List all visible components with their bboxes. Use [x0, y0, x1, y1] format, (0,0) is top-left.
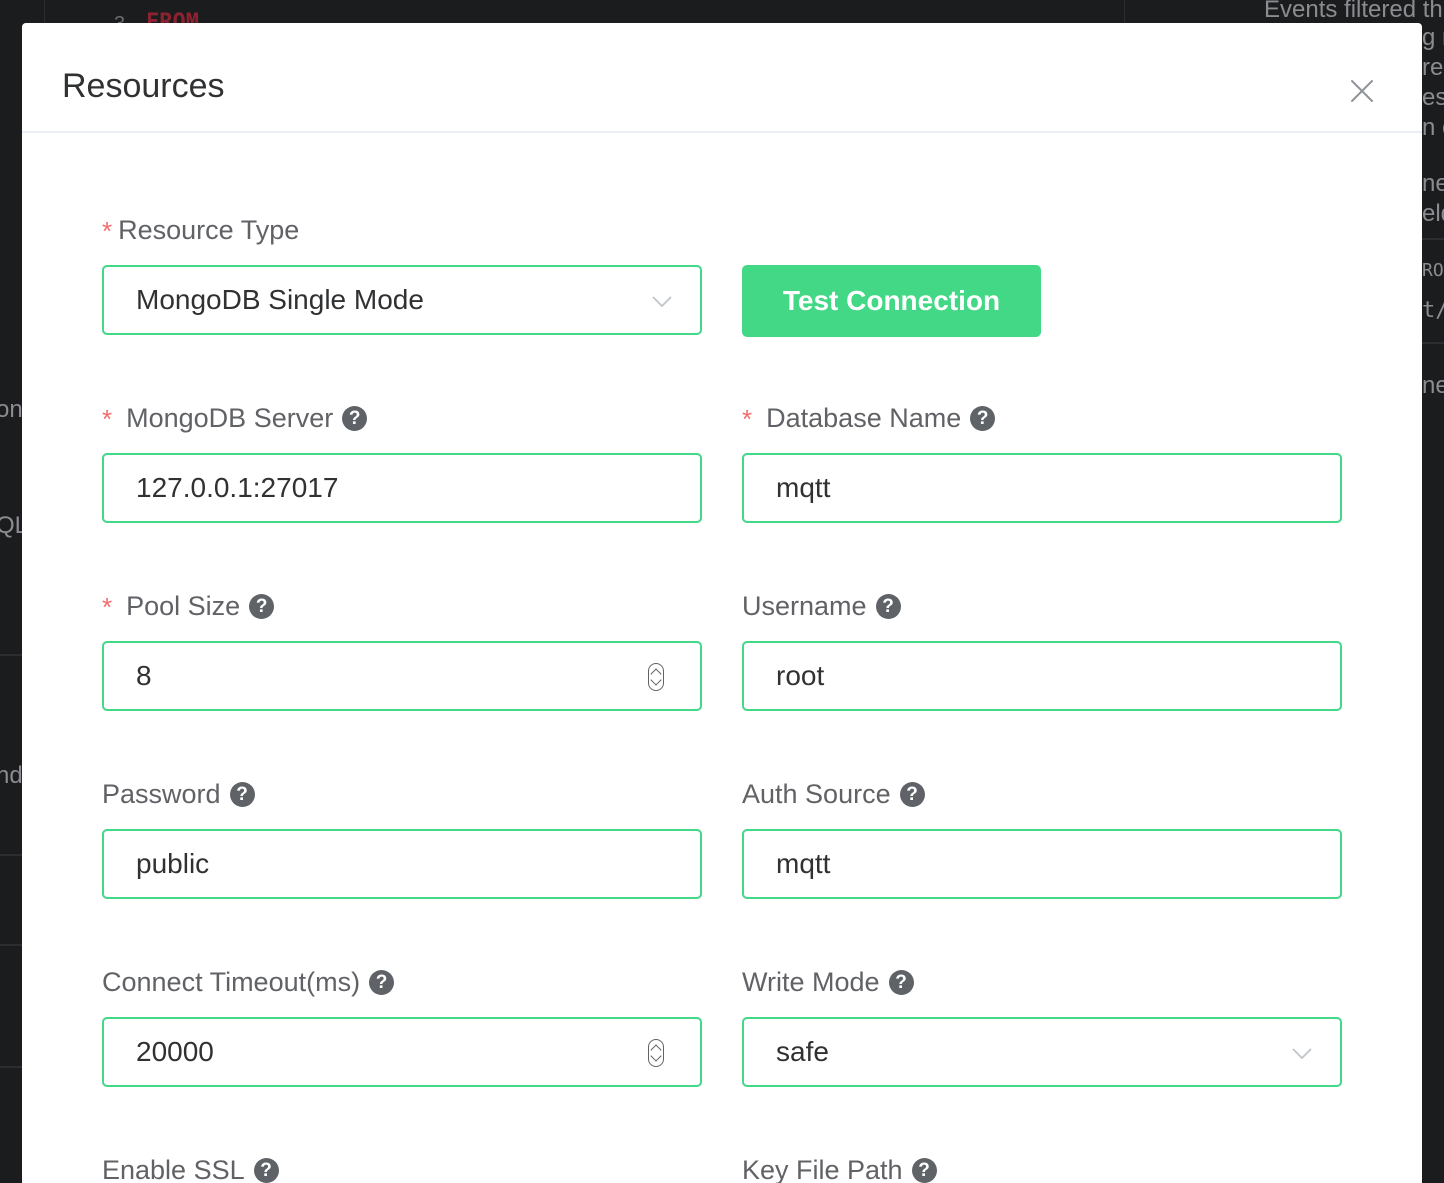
write-mode-label-text: Write Mode: [742, 967, 880, 997]
bg-fragment: es: [1422, 84, 1444, 111]
mongodb-server-value: 127.0.0.1:27017: [136, 472, 339, 503]
enable-ssl-label: Enable SSL ?: [102, 1157, 279, 1183]
auth-source-input[interactable]: mqtt: [742, 829, 1342, 899]
database-name-label-text: Database Name: [766, 403, 962, 433]
bg-fragment: RO: [1422, 260, 1444, 281]
help-icon[interactable]: ?: [249, 594, 275, 619]
required-marker: *: [102, 591, 113, 622]
help-icon[interactable]: ?: [342, 406, 368, 431]
bg-fragment: n c: [1422, 114, 1444, 141]
auth-source-label: Auth Source ?: [742, 781, 925, 808]
mongodb-server-input[interactable]: 127.0.0.1:27017: [102, 453, 702, 523]
resource-type-select[interactable]: MongoDB Single Mode: [102, 265, 702, 335]
help-icon[interactable]: ?: [253, 1158, 279, 1183]
connect-timeout-value: 20000: [136, 1036, 214, 1067]
connect-timeout-input[interactable]: 20000: [102, 1017, 702, 1087]
close-icon: [1351, 80, 1373, 102]
help-icon[interactable]: ?: [911, 1158, 937, 1183]
dialog-title: Resources: [62, 67, 225, 105]
number-stepper[interactable]: [648, 663, 664, 691]
number-stepper[interactable]: [648, 1039, 664, 1067]
bg-fragment: ne: [1422, 372, 1444, 399]
bg-fragment: nd: [0, 762, 23, 789]
password-label: Password ?: [102, 781, 255, 808]
database-name-label: * Database Name ?: [742, 403, 996, 434]
password-input[interactable]: public: [102, 829, 702, 899]
help-icon[interactable]: ?: [899, 782, 925, 807]
mongodb-server-label: * MongoDB Server ?: [102, 403, 368, 434]
bg-fragment: on: [0, 396, 23, 423]
username-label-text: Username: [742, 591, 867, 621]
help-icon[interactable]: ?: [875, 594, 901, 619]
chevron-down-icon: [652, 296, 672, 308]
pool-size-label: * Pool Size ?: [102, 591, 275, 622]
bg-fragment: Events filtered th: [1264, 0, 1443, 23]
database-name-input[interactable]: mqtt: [742, 453, 1342, 523]
help-icon[interactable]: ?: [229, 782, 255, 807]
test-connection-button[interactable]: Test Connection: [742, 265, 1041, 337]
chevron-down-icon: [1292, 1048, 1312, 1060]
write-mode-value: safe: [776, 1036, 829, 1067]
pool-size-input[interactable]: 8: [102, 641, 702, 711]
bg-fragment: g r: [1422, 24, 1444, 51]
required-marker: *: [102, 403, 113, 434]
password-label-text: Password: [102, 779, 221, 809]
enable-ssl-label-text: Enable SSL: [102, 1155, 245, 1183]
pool-size-value: 8: [136, 660, 152, 691]
bg-fragment: re: [1422, 54, 1444, 81]
write-mode-label: Write Mode ?: [742, 969, 914, 996]
bg-fragment: ne: [1422, 170, 1444, 197]
resource-type-label: * Resource Type: [102, 217, 299, 244]
connect-timeout-label-text: Connect Timeout(ms): [102, 967, 361, 997]
help-icon[interactable]: ?: [970, 406, 996, 431]
username-value: root: [776, 660, 825, 691]
close-button[interactable]: [1344, 73, 1380, 109]
database-name-value: mqtt: [776, 472, 831, 503]
resource-type-value: MongoDB Single Mode: [136, 284, 424, 315]
resources-dialog: Resources * Resource Type MongoDB Single…: [22, 23, 1422, 1183]
auth-source-value: mqtt: [776, 848, 831, 879]
password-value: public: [136, 848, 210, 879]
username-input[interactable]: root: [742, 641, 1342, 711]
required-marker: *: [102, 215, 113, 246]
key-file-path-label-text: Key File Path: [742, 1155, 903, 1183]
username-label: Username ?: [742, 593, 901, 620]
bg-fragment: t/: [1422, 298, 1444, 323]
required-marker: *: [742, 403, 753, 434]
resource-type-label-text: Resource Type: [118, 215, 300, 245]
help-icon[interactable]: ?: [369, 970, 395, 995]
write-mode-select[interactable]: safe: [742, 1017, 1342, 1087]
auth-source-label-text: Auth Source: [742, 779, 891, 809]
connect-timeout-label: Connect Timeout(ms) ?: [102, 967, 395, 997]
key-file-path-label: Key File Path ?: [742, 1157, 937, 1183]
bg-fragment: eld: [1422, 200, 1444, 227]
help-icon[interactable]: ?: [888, 970, 914, 995]
pool-size-label-text: Pool Size: [126, 591, 241, 621]
dialog-header: Resources: [22, 23, 1422, 133]
mongodb-server-label-text: MongoDB Server: [126, 403, 334, 433]
